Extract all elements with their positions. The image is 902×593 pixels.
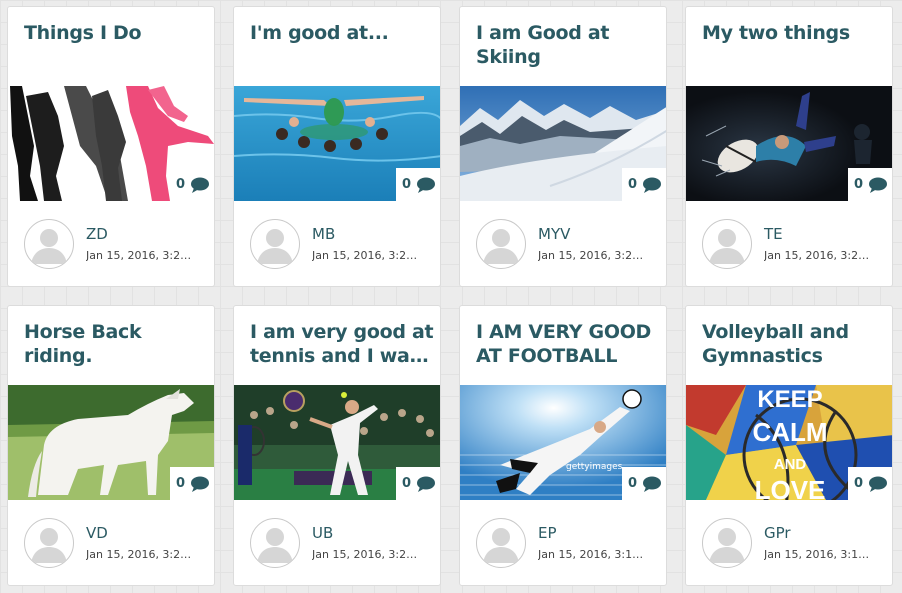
comment-count-button[interactable]: 0 xyxy=(396,168,440,201)
post-title[interactable]: My two things xyxy=(702,21,886,45)
calm-text: CALM xyxy=(752,417,827,447)
post-author: UB Jan 15, 2016, 3:20 PM xyxy=(250,518,432,574)
post-card[interactable]: I am Good at Skiing 0 MYV Jan 15, 2016, … xyxy=(459,6,667,287)
default-user-icon xyxy=(257,528,293,563)
comment-count: 0 xyxy=(627,177,638,192)
post-card[interactable]: I am very good at tennis and I want to xyxy=(233,305,441,586)
post-timestamp: Jan 15, 2016, 3:20 PM xyxy=(86,548,196,561)
post-author: MYV Jan 15, 2016, 3:21 PM xyxy=(476,219,658,275)
author-name[interactable]: GPr xyxy=(764,524,791,542)
default-user-icon xyxy=(483,528,519,563)
comment-bubble-icon xyxy=(417,476,436,492)
comment-bubble-icon xyxy=(643,177,662,193)
comment-count-button[interactable]: 0 xyxy=(396,467,440,500)
post-timestamp: Jan 15, 2016, 3:20 PM xyxy=(312,548,422,561)
default-user-icon xyxy=(709,229,745,264)
post-title[interactable]: I AM VERY GOOD AT FOOTBALL xyxy=(476,320,660,368)
comment-bubble-icon xyxy=(643,476,662,492)
post-author: GPr Jan 15, 2016, 3:17 PM xyxy=(702,518,884,574)
comment-count-button[interactable]: 0 xyxy=(848,168,892,201)
author-name[interactable]: VD xyxy=(86,524,108,542)
comment-count: 0 xyxy=(853,476,864,491)
default-user-icon xyxy=(483,229,519,264)
comment-count: 0 xyxy=(175,476,186,491)
post-title[interactable]: Volleyball and Gymnastics xyxy=(702,320,886,368)
avatar[interactable] xyxy=(476,518,526,568)
post-author: ZD Jan 15, 2016, 3:25 PM xyxy=(24,219,206,275)
comment-count-button[interactable]: 0 xyxy=(622,467,666,500)
post-title[interactable]: I am very good at tennis and I want to xyxy=(250,320,434,368)
keep-text: KEEP xyxy=(757,386,822,413)
comment-count: 0 xyxy=(853,177,864,192)
post-author: MB Jan 15, 2016, 3:21 PM xyxy=(250,219,432,275)
author-name[interactable]: UB xyxy=(312,524,333,542)
avatar[interactable] xyxy=(702,518,752,568)
avatar[interactable] xyxy=(24,518,74,568)
post-card[interactable]: My two things 0 TE Jan 15, 2016, 3:21 PM xyxy=(685,6,893,287)
post-author: VD Jan 15, 2016, 3:20 PM xyxy=(24,518,206,574)
default-user-icon xyxy=(31,229,67,264)
comment-count-button[interactable]: 0 xyxy=(622,168,666,201)
post-timestamp: Jan 15, 2016, 3:17 PM xyxy=(764,548,874,561)
love-text: LOVE xyxy=(755,475,826,500)
author-name[interactable]: EP xyxy=(538,524,557,542)
avatar[interactable] xyxy=(24,219,74,269)
post-image[interactable]: 0 xyxy=(234,86,440,201)
comment-bubble-icon xyxy=(191,476,210,492)
post-image[interactable]: 0 xyxy=(234,385,440,500)
post-card[interactable]: Things I Do 0 ZD Jan 15, 2016, 3:25 PM xyxy=(7,6,215,287)
post-image[interactable]: gettyimages 0 xyxy=(460,385,666,500)
post-title[interactable]: Horse Back riding. xyxy=(24,320,208,368)
post-timestamp: Jan 15, 2016, 3:25 PM xyxy=(86,249,196,262)
getty-watermark: gettyimages xyxy=(566,462,623,472)
post-timestamp: Jan 15, 2016, 3:21 PM xyxy=(764,249,874,262)
avatar[interactable] xyxy=(250,518,300,568)
author-name[interactable]: MB xyxy=(312,225,335,243)
comment-count: 0 xyxy=(401,476,412,491)
post-image[interactable]: 0 xyxy=(686,86,892,201)
comment-count: 0 xyxy=(175,177,186,192)
post-image[interactable]: 0 xyxy=(460,86,666,201)
and-text: AND xyxy=(774,456,807,473)
post-author: EP Jan 15, 2016, 3:19 PM xyxy=(476,518,658,574)
post-card[interactable]: Volleyball and Gymnastics KEEP CALM AND … xyxy=(685,305,893,586)
post-grid: Things I Do 0 ZD Jan 15, 2016, 3:25 PM I… xyxy=(0,0,902,593)
post-image[interactable]: KEEP CALM AND LOVE 0 xyxy=(686,385,892,500)
comment-count-button[interactable]: 0 xyxy=(848,467,892,500)
avatar[interactable] xyxy=(250,219,300,269)
post-card[interactable]: I AM VERY GOOD AT FOOTBALL gettyimages 0… xyxy=(459,305,667,586)
post-timestamp: Jan 15, 2016, 3:21 PM xyxy=(312,249,422,262)
default-user-icon xyxy=(257,229,293,264)
post-title[interactable]: I'm good at... xyxy=(250,21,434,45)
author-name[interactable]: MYV xyxy=(538,225,570,243)
comment-bubble-icon xyxy=(869,476,888,492)
default-user-icon xyxy=(709,528,745,563)
comment-bubble-icon xyxy=(191,177,210,193)
avatar[interactable] xyxy=(476,219,526,269)
post-timestamp: Jan 15, 2016, 3:19 PM xyxy=(538,548,648,561)
post-title[interactable]: I am Good at Skiing xyxy=(476,21,660,69)
comment-bubble-icon xyxy=(417,177,436,193)
comment-count-button[interactable]: 0 xyxy=(170,168,214,201)
post-card[interactable]: Horse Back riding. 0 VD Jan 15, 2016, 3:… xyxy=(7,305,215,586)
author-name[interactable]: TE xyxy=(764,225,783,243)
comment-count-button[interactable]: 0 xyxy=(170,467,214,500)
avatar[interactable] xyxy=(702,219,752,269)
post-card[interactable]: I'm good at... 0 MB Jan 15, 2016, 3:21 P… xyxy=(233,6,441,287)
post-title[interactable]: Things I Do xyxy=(24,21,208,45)
comment-bubble-icon xyxy=(869,177,888,193)
post-image[interactable]: 0 xyxy=(8,86,214,201)
post-author: TE Jan 15, 2016, 3:21 PM xyxy=(702,219,884,275)
comment-count: 0 xyxy=(627,476,638,491)
comment-count: 0 xyxy=(401,177,412,192)
post-image[interactable]: 0 xyxy=(8,385,214,500)
default-user-icon xyxy=(31,528,67,563)
post-timestamp: Jan 15, 2016, 3:21 PM xyxy=(538,249,648,262)
author-name[interactable]: ZD xyxy=(86,225,108,243)
